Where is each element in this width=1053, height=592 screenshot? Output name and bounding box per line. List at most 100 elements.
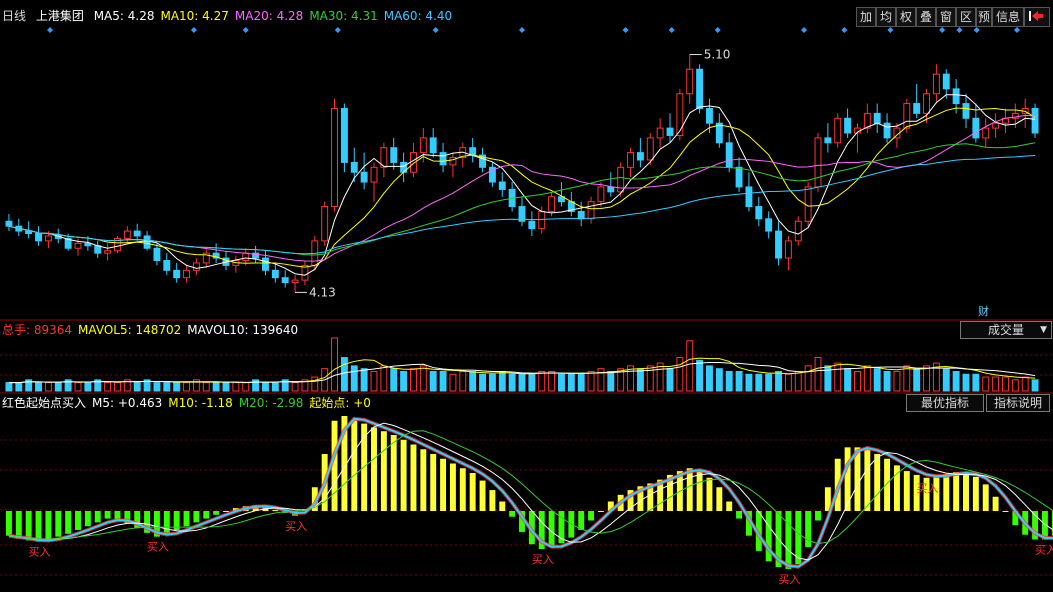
oscillator-bar <box>183 511 190 527</box>
candle-body <box>192 262 200 271</box>
indicator-desc-button[interactable]: 指标说明 <box>986 394 1050 412</box>
oscillator-bar <box>578 511 585 530</box>
volume-legend-item-0: 总手: 89364 <box>2 323 73 337</box>
volume-bar <box>242 382 250 392</box>
candle-body <box>94 245 102 254</box>
volume-bar <box>528 373 536 392</box>
event-diamond-icon <box>242 27 249 33</box>
volume-bar <box>696 359 704 392</box>
volume-selector-label: 成交量 <box>987 323 1024 337</box>
exit-icon[interactable] <box>1024 7 1050 27</box>
oscillator-bar <box>509 511 516 517</box>
volume-bar <box>498 370 506 392</box>
volume-bar <box>114 382 121 392</box>
candle-body <box>755 206 763 220</box>
candle-body <box>419 137 427 154</box>
toolbar-btn-window[interactable]: 窗 <box>936 7 956 27</box>
volume-bar <box>54 382 62 392</box>
candle-body <box>982 127 990 139</box>
candle-body <box>814 137 822 188</box>
oscillator-bar <box>844 447 851 511</box>
toolbar-btn-overlay[interactable]: 叠 <box>916 7 936 27</box>
kline-chart: 5.104.13财买入买入买入买入买入买入买入买入 <box>0 27 1053 586</box>
candle-body <box>656 127 664 139</box>
candle-body <box>360 171 368 183</box>
candle-body <box>735 166 743 188</box>
oscillator-bar <box>597 511 604 512</box>
volume-bar <box>469 370 477 392</box>
volume-bar <box>577 373 585 392</box>
stock-name: 上港集团 <box>35 9 84 23</box>
oscillator-bar <box>35 511 42 542</box>
candle-body <box>35 233 42 242</box>
oscillator-bar <box>440 458 447 511</box>
event-diamond-icon <box>801 27 808 33</box>
volume-bar <box>765 373 773 392</box>
toolbar-btn-add[interactable]: 加 <box>856 7 876 27</box>
oscillator-bar <box>203 511 210 519</box>
candle-body <box>873 112 881 124</box>
candle-body <box>469 147 477 156</box>
volume-bar <box>686 340 694 392</box>
volume-bar <box>35 382 42 392</box>
candle-body <box>775 230 782 259</box>
oscillator-bar <box>499 501 506 511</box>
candle-body <box>636 152 644 161</box>
oscillator-bar <box>805 511 812 548</box>
volume-bar <box>715 368 723 392</box>
oscillator-bar <box>15 511 22 539</box>
oscillator-bar <box>736 511 743 519</box>
volume-bar <box>400 370 408 392</box>
oscillator-bar <box>65 511 72 534</box>
volume-bar <box>380 365 388 392</box>
candle-body <box>952 88 960 105</box>
oscillator-bar <box>430 454 437 511</box>
chevron-down-icon: ▼ <box>1040 325 1047 335</box>
toolbar-btn-avg[interactable]: 均 <box>876 7 896 27</box>
high-price-label: 5.10 <box>704 48 731 62</box>
volume-bar <box>873 368 881 392</box>
indicator-legend-item-2: M10: -1.18 <box>168 396 233 410</box>
volume-bar <box>913 368 921 392</box>
event-diamond-icon <box>190 27 197 33</box>
volume-bar <box>212 382 220 392</box>
volume-bar <box>814 357 822 392</box>
candle-body <box>321 206 329 242</box>
volume-legend-item-1: MAVOL5: 148702 <box>78 323 182 337</box>
volume-bar <box>222 382 230 392</box>
toolbar-btn-right[interactable]: 权 <box>896 7 916 27</box>
volume-bar <box>163 382 171 392</box>
buy-signal-label: 买入 <box>285 520 307 533</box>
candle-body <box>676 93 684 136</box>
oscillator-bar <box>94 511 101 523</box>
candle-body <box>577 210 585 220</box>
indicator-legend-item-3: M20: -2.98 <box>238 396 304 410</box>
candle-body <box>992 122 1000 129</box>
volume-bar <box>488 373 496 392</box>
volume-bar <box>390 368 398 392</box>
candle-body <box>607 186 615 193</box>
candle-body <box>597 186 605 203</box>
candle-body <box>153 247 161 262</box>
candle-body <box>706 107 713 124</box>
oscillator-bar <box>716 487 723 511</box>
chart-stage: 5.104.13财买入买入买入买入买入买入买入买入 日线 上港集团 MA5: 4… <box>0 0 1053 588</box>
volume-bar <box>607 370 615 392</box>
volume-bar <box>854 370 861 392</box>
candle-body <box>844 117 852 134</box>
toolbar-btn-info[interactable]: 信息 <box>992 7 1024 27</box>
candle-body <box>281 277 289 284</box>
ma-legend-item-3: MA30: 4.31 <box>309 9 378 23</box>
event-diamond-icon <box>334 27 341 33</box>
buy-signal-label: 买入 <box>917 482 939 495</box>
toolbar-btn-range[interactable]: 区 <box>956 7 976 27</box>
candle-body <box>962 103 970 119</box>
oscillator-bar <box>982 484 989 511</box>
ma-legend: MA5: 4.28 MA10: 4.27 MA20: 4.28 MA30: 4.31 M… <box>94 9 458 23</box>
oscillator-bar <box>380 431 387 511</box>
volume-selector[interactable]: 成交量 ▼ <box>960 321 1052 339</box>
candle-body <box>74 242 82 249</box>
best-indicator-button[interactable]: 最优指标 <box>906 394 984 412</box>
event-diamond-icon <box>939 27 946 33</box>
toolbar-btn-forecast[interactable]: 预 <box>976 7 992 27</box>
